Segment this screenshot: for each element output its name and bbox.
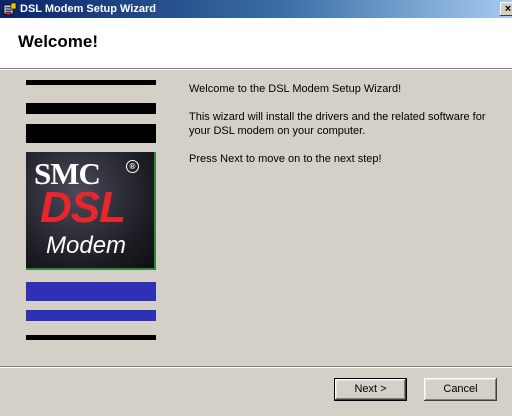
registered-mark: ® <box>126 160 139 173</box>
welcome-content: Welcome to the DSL Modem Setup Wizard! T… <box>189 82 499 166</box>
window-title: DSL Modem Setup Wizard <box>20 3 156 15</box>
next-button[interactable]: Next > <box>334 378 407 401</box>
wizard-header: Welcome! <box>0 18 512 69</box>
footer-divider-highlight <box>0 367 512 368</box>
side-banner: SMC ® DSL Modem <box>26 80 156 350</box>
setup-app-icon <box>3 2 17 16</box>
cancel-button[interactable]: Cancel <box>424 378 497 401</box>
logo-product: DSL <box>40 183 126 232</box>
page-title: Welcome! <box>18 32 98 51</box>
banner-stripe <box>26 310 156 321</box>
banner-stripe <box>26 282 156 301</box>
banner-stripe <box>26 80 156 85</box>
banner-stripe <box>26 103 156 114</box>
banner-stripe <box>26 335 156 340</box>
close-button[interactable]: × <box>500 2 512 16</box>
smc-dsl-modem-logo: SMC ® DSL Modem <box>26 152 156 270</box>
welcome-heading-text: Welcome to the DSL Modem Setup Wizard! <box>189 83 402 95</box>
logo-product-sub: Modem <box>46 232 127 259</box>
close-icon: × <box>504 3 512 15</box>
header-divider <box>0 69 512 70</box>
instruction-text: Press Next to move on to the next step! <box>189 153 382 165</box>
description-text: This wizard will install the drivers and… <box>189 111 486 137</box>
title-bar[interactable]: DSL Modem Setup Wizard × <box>0 0 512 18</box>
banner-stripe <box>26 124 156 143</box>
